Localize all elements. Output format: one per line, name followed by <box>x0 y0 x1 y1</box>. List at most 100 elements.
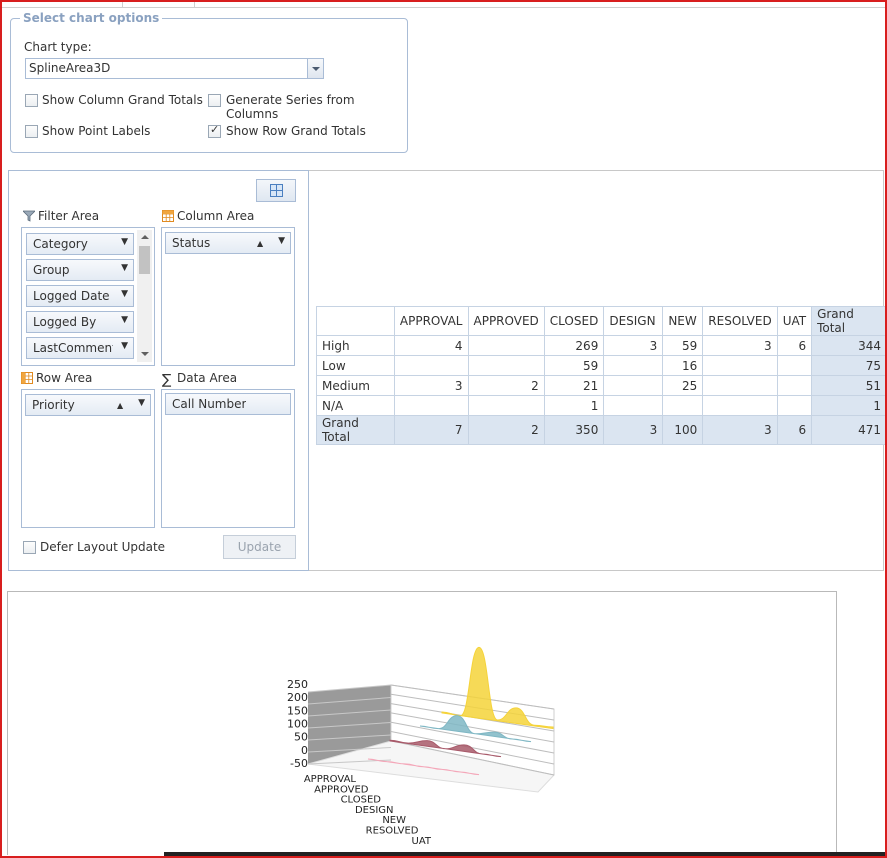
pivot-cell: 21 <box>543 375 605 396</box>
generate-series-checkbox[interactable] <box>208 94 221 107</box>
tab-divider <box>194 0 195 7</box>
data-area-box: Call Number <box>161 389 295 528</box>
sort-ascending-icon[interactable]: ▲ <box>257 239 263 248</box>
layout-grid-icon <box>270 184 283 197</box>
filter-icon[interactable]: ▼ <box>121 263 128 273</box>
grand-total-cell: 2 <box>467 415 545 445</box>
show-column-grand-totals-checkbox[interactable] <box>25 94 38 107</box>
layout-button[interactable] <box>256 179 296 202</box>
pivot-cell <box>776 355 813 376</box>
defer-layout-update-checkbox[interactable] <box>23 541 36 554</box>
grand-total-column-header[interactable]: Grand Total <box>811 306 887 336</box>
filter-field-category[interactable]: Category ▼ <box>26 233 134 255</box>
tab-divider <box>122 0 123 7</box>
filter-field-lastcomment[interactable]: LastCommentT ▼ <box>26 337 134 359</box>
update-button[interactable]: Update <box>223 535 296 559</box>
field-label: Category <box>33 237 88 251</box>
filter-icon[interactable]: ▼ <box>121 289 128 299</box>
pivot-cell: 1 <box>543 395 605 416</box>
y-tick-label: 100 <box>287 718 308 731</box>
row-header[interactable]: Medium <box>316 375 395 396</box>
filter-icon[interactable]: ▼ <box>121 237 128 247</box>
filter-icon[interactable]: ▼ <box>121 315 128 325</box>
filter-field-logged-by[interactable]: Logged By ▼ <box>26 311 134 333</box>
grand-total-cell: 344 <box>811 335 887 356</box>
column-header[interactable]: APPROVAL <box>393 306 469 336</box>
data-area-title: ∑ Data Area <box>162 371 238 388</box>
row-header[interactable]: High <box>316 335 395 356</box>
chart-options-legend: Select chart options <box>20 11 163 25</box>
show-row-grand-totals-label: Show Row Grand Totals <box>226 124 366 138</box>
field-label: Logged Date <box>33 289 110 303</box>
top-tab-strip <box>2 0 885 8</box>
y-tick-label: 50 <box>294 731 308 744</box>
pivot-row: Low 59 16 75 <box>316 355 887 376</box>
column-area-label: Column Area <box>177 209 255 223</box>
filter-icon[interactable]: ▼ <box>121 341 128 351</box>
column-area-box: Status ▲ ▼ <box>161 227 295 366</box>
field-label: LastCommentT <box>33 341 113 355</box>
sort-ascending-icon[interactable]: ▲ <box>117 401 123 410</box>
pivot-field-list: Filter Area Column Area Category ▼ Group ▼… <box>8 170 309 571</box>
defer-layout-update-label: Defer Layout Update <box>40 540 166 554</box>
show-point-labels-checkbox[interactable] <box>25 125 38 138</box>
pivot-cell: 3 <box>603 335 664 356</box>
table-icon <box>162 210 174 222</box>
grand-total-cell: 3 <box>702 415 778 445</box>
pivot-cell: 2 <box>467 375 545 396</box>
pivot-cell <box>467 395 545 416</box>
filter-field-logged-date[interactable]: Logged Date ▼ <box>26 285 134 307</box>
pivot-cell: 59 <box>662 335 704 356</box>
data-area-label: Data Area <box>177 371 238 385</box>
grand-total-row-header[interactable]: Grand Total <box>316 415 395 445</box>
row-field-priority[interactable]: Priority ▲ ▼ <box>25 394 151 416</box>
grand-total-cell: 51 <box>811 375 887 396</box>
grand-total-cell: 6 <box>776 415 813 445</box>
field-label: Logged By <box>33 315 97 329</box>
pivot-cell <box>702 375 778 396</box>
column-area-title: Column Area <box>162 209 254 223</box>
chart-options-group: Select chart options Chart type: SplineA… <box>10 11 408 153</box>
row-header[interactable]: Low <box>316 355 395 376</box>
show-row-grand-totals-checkbox[interactable] <box>208 123 221 138</box>
column-header[interactable]: NEW <box>662 306 704 336</box>
column-header[interactable]: DESIGN <box>603 306 664 336</box>
pivot-cell: 3 <box>393 375 469 396</box>
pivot-cell: 16 <box>662 355 704 376</box>
pivot-grid-table: APPROVAL APPROVED CLOSED DESIGN NEW RESO… <box>316 306 887 445</box>
filter-area-scrollbar[interactable] <box>137 230 152 362</box>
filter-icon[interactable]: ▼ <box>278 236 285 246</box>
filter-icon[interactable]: ▼ <box>138 398 145 408</box>
grand-total-row: Grand Total 7 2 350 3 100 3 6 471 <box>316 415 887 445</box>
chevron-down-icon[interactable] <box>307 59 323 78</box>
sigma-icon: ∑ <box>162 372 172 388</box>
scroll-down-arrow[interactable] <box>141 352 149 356</box>
row-header[interactable]: N/A <box>316 395 395 416</box>
column-header[interactable]: CLOSED <box>543 306 605 336</box>
column-field-status[interactable]: Status ▲ ▼ <box>165 232 291 254</box>
row-area-title: Row Area <box>21 371 92 385</box>
pivot-cell <box>662 395 704 416</box>
filter-area-title: Filter Area <box>23 209 99 223</box>
grand-total-cell: 100 <box>662 415 704 445</box>
scroll-up-arrow[interactable] <box>141 235 149 239</box>
field-label: Group <box>33 263 70 277</box>
pivot-cell: 4 <box>393 335 469 356</box>
column-header[interactable]: APPROVED <box>467 306 545 336</box>
scroll-thumb[interactable] <box>139 246 150 274</box>
pivot-cell <box>702 355 778 376</box>
data-field-call-number[interactable]: Call Number <box>165 393 291 415</box>
y-tick-label: 200 <box>287 691 308 704</box>
filter-field-group[interactable]: Group ▼ <box>26 259 134 281</box>
y-tick-label: 250 <box>287 678 308 691</box>
pivot-row: Medium 3 2 21 25 51 <box>316 375 887 396</box>
field-label: Call Number <box>172 397 247 411</box>
filter-area-label: Filter Area <box>38 209 100 223</box>
chart-type-select[interactable]: SplineArea3D <box>25 58 324 79</box>
grand-total-cell: 1 <box>811 395 887 416</box>
column-header[interactable]: UAT <box>776 306 813 336</box>
field-label: Status <box>172 236 211 250</box>
bottom-bar <box>164 852 885 856</box>
column-header[interactable]: RESOLVED <box>702 306 778 336</box>
x-axis-labels: APPROVALAPPROVEDCLOSEDDESIGNNEWRESOLVEDU… <box>304 774 432 847</box>
